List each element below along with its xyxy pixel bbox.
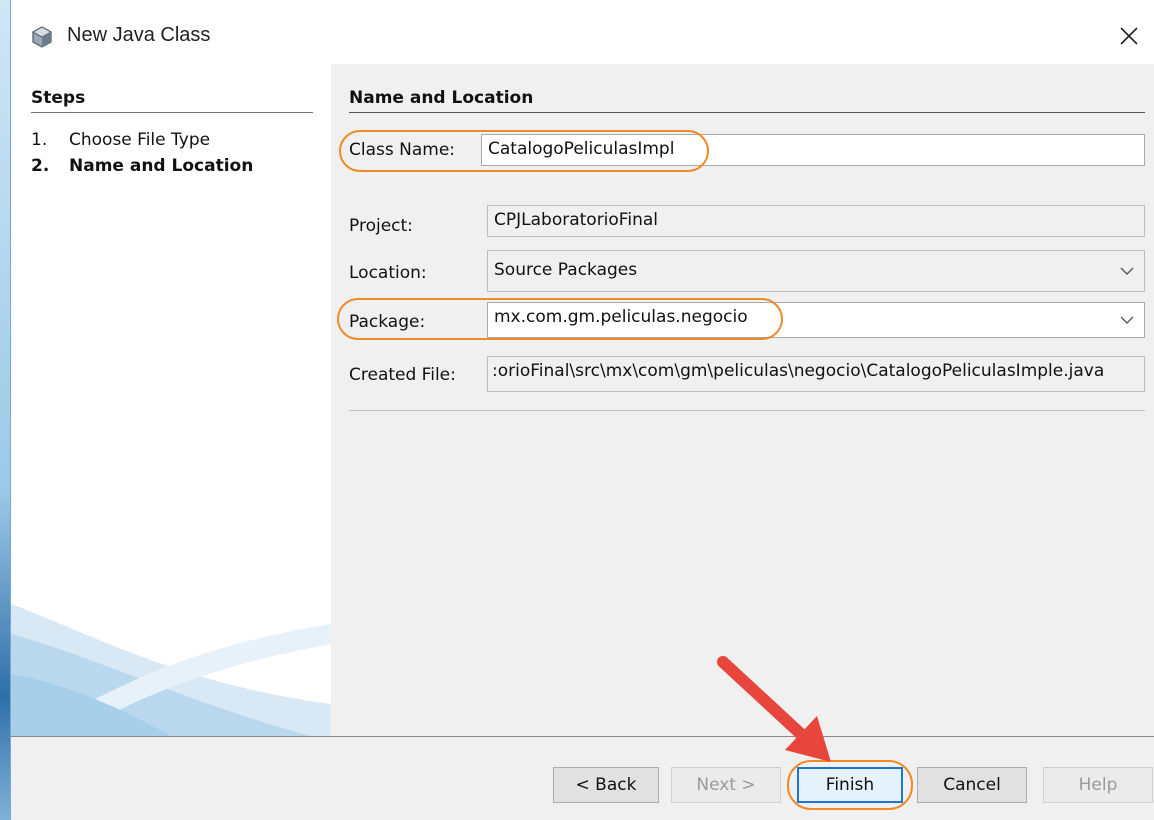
cancel-button[interactable]: Cancel <box>917 767 1027 803</box>
chevron-down-icon <box>1120 316 1134 324</box>
location-label: Location: <box>349 263 427 283</box>
new-java-class-dialog: New Java Class Steps 1. Choose File Type … <box>10 0 1154 820</box>
title-bar: New Java Class <box>11 0 1154 64</box>
location-select[interactable]: Source Packages <box>487 250 1145 292</box>
step-choose-file-type: 1. Choose File Type <box>31 130 210 150</box>
help-button[interactable]: Help <box>1043 767 1153 803</box>
location-value: Source Packages <box>494 260 638 280</box>
class-name-input[interactable]: CatalogoPeliculasImpl <box>481 134 1145 166</box>
created-file-field: :orioFinal\src\mx\com\gm\peliculas\negoc… <box>487 356 1145 392</box>
chevron-down-icon <box>1120 267 1134 275</box>
back-button[interactable]: < Back <box>553 767 659 803</box>
package-value: mx.com.gm.peliculas.negocio <box>494 307 748 327</box>
steps-panel: Steps 1. Choose File Type 2. Name and Loca… <box>11 64 331 736</box>
step-label: Name and Location <box>69 156 254 176</box>
package-select[interactable]: mx.com.gm.peliculas.negocio <box>487 302 1145 338</box>
window-title: New Java Class <box>67 24 211 46</box>
netbeans-swoosh-graphic <box>11 604 331 736</box>
step-name-and-location: 2. Name and Location <box>31 156 253 176</box>
next-button[interactable]: Next > <box>671 767 781 803</box>
section-heading: Name and Location <box>349 88 1145 113</box>
finish-button[interactable]: Finish <box>797 767 903 803</box>
created-file-label: Created File: <box>349 365 456 385</box>
package-label: Package: <box>349 312 426 332</box>
step-number: 2. <box>31 156 50 176</box>
java-class-cube-icon <box>31 26 53 48</box>
step-label: Choose File Type <box>69 130 211 150</box>
name-and-location-panel: Name and Location Class Name: CatalogoPe… <box>331 64 1154 736</box>
close-icon <box>1120 27 1138 45</box>
class-name-label: Class Name: <box>349 140 456 160</box>
project-field: CPJLaboratorioFinal <box>487 205 1145 237</box>
project-label: Project: <box>349 216 413 236</box>
close-button[interactable] <box>1111 18 1147 54</box>
form-separator <box>349 410 1145 411</box>
steps-heading: Steps <box>31 88 313 113</box>
step-number: 1. <box>31 130 48 150</box>
